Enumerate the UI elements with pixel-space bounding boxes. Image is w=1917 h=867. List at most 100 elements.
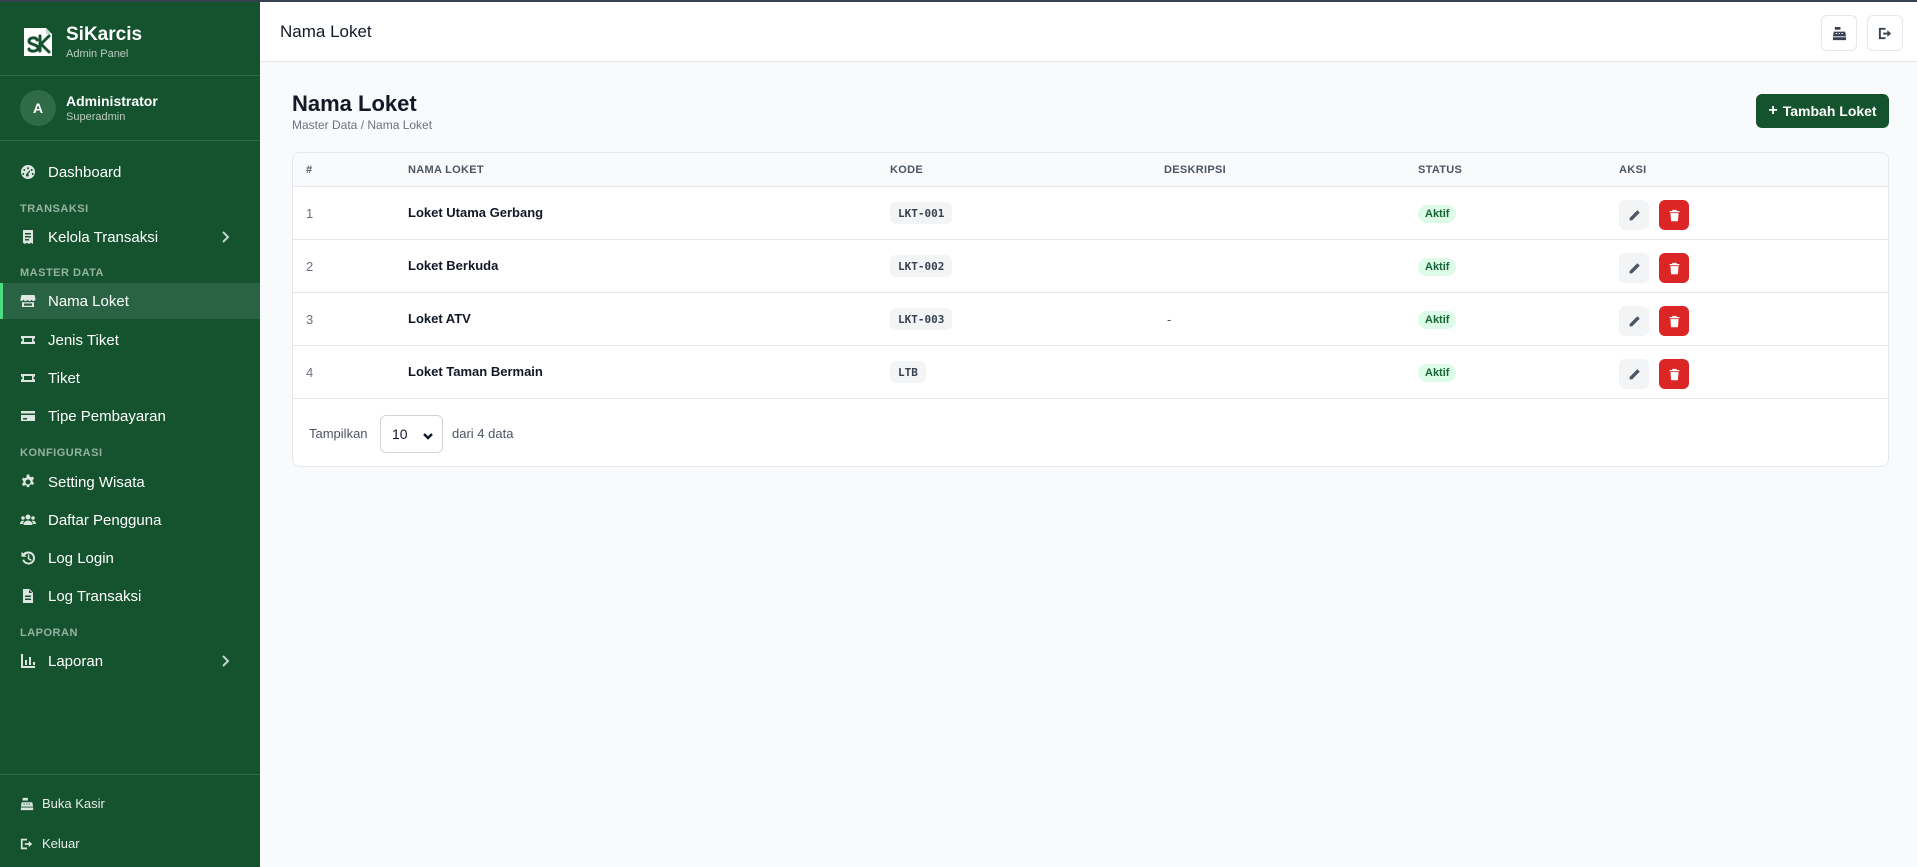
cash-register-icon [20, 797, 34, 811]
sidebar-item-nama-loket[interactable]: Nama Loket [0, 283, 260, 319]
delete-button[interactable] [1659, 359, 1689, 389]
column-header-description: DESKRIPSI [1164, 164, 1226, 176]
avatar: A [20, 90, 56, 126]
plus-icon: + [1768, 102, 1778, 119]
loket-description: - [1167, 312, 1172, 327]
loket-code: LTB [890, 361, 926, 383]
document-icon [20, 588, 36, 604]
loket-table: # NAMA LOKET KODE DESKRIPSI STATUS AKSI … [292, 152, 1889, 467]
history-icon [20, 550, 36, 566]
buka-kasir-link[interactable]: Buka Kasir [20, 796, 105, 811]
add-loket-button[interactable]: + Tambah Loket [1756, 94, 1889, 128]
users-icon [20, 512, 36, 528]
chevron-right-icon [218, 230, 232, 244]
sidebar-item-label: Jenis Tiket [48, 331, 119, 349]
chevron-right-icon [218, 654, 232, 668]
delete-button[interactable] [1659, 253, 1689, 283]
pencil-icon [1628, 368, 1641, 381]
brand-subtitle: Admin Panel [66, 48, 129, 60]
sidebar-item-tipe-pembayaran[interactable]: Tipe Pembayaran [0, 398, 260, 434]
trash-icon [1668, 315, 1681, 328]
sidebar: SiKarcis Admin Panel A Administrator Sup… [0, 0, 260, 867]
chevron-down-icon [422, 429, 434, 441]
table-row: 4 Loket Taman Bermain LTB Aktif [293, 346, 1888, 399]
sidebar-item-label: Laporan [48, 652, 104, 670]
logout-icon [20, 837, 34, 851]
store-icon [20, 293, 36, 309]
open-cashier-button[interactable] [1821, 15, 1857, 51]
sk-logo-icon [20, 24, 56, 60]
record-count-label: dari 4 data [452, 426, 514, 441]
trash-icon [1668, 368, 1681, 381]
sidebar-item-label: Daftar Pengguna [48, 511, 162, 529]
section-label-konfigurasi: KONFIGURASI [20, 447, 103, 459]
loket-name: Loket ATV [408, 311, 471, 326]
loket-code: LKT-002 [890, 255, 953, 277]
loket-name: Loket Taman Bermain [408, 364, 543, 379]
edit-button[interactable] [1619, 359, 1649, 389]
delete-button[interactable] [1659, 200, 1689, 230]
breadcrumb[interactable]: Master Data / Nama Loket [292, 118, 432, 132]
page-size-select[interactable]: 10 [380, 415, 443, 453]
user-profile: A Administrator Superadmin [0, 76, 260, 141]
column-header-number: # [306, 164, 313, 176]
dashboard-icon [20, 164, 36, 180]
pencil-icon [1628, 315, 1641, 328]
section-label-master-data: MASTER DATA [20, 267, 104, 279]
gear-icon [20, 474, 36, 490]
row-number: 4 [306, 365, 314, 380]
sidebar-item-laporan[interactable]: Laporan [0, 643, 260, 679]
sidebar-item-jenis-tiket[interactable]: Jenis Tiket [0, 322, 260, 358]
row-number: 3 [306, 312, 314, 327]
delete-button[interactable] [1659, 306, 1689, 336]
section-label-transaksi: TRANSAKSI [20, 203, 89, 215]
table-row: 3 Loket ATV LKT-003 - Aktif [293, 293, 1888, 346]
chart-icon [20, 653, 36, 669]
table-row: 1 Loket Utama Gerbang LKT-001 Aktif [293, 187, 1888, 240]
column-header-name: NAMA LOKET [408, 164, 484, 176]
sidebar-item-label: Log Login [48, 549, 114, 567]
logout-link[interactable]: Keluar [20, 836, 80, 851]
sidebar-item-label: Nama Loket [48, 292, 129, 310]
loket-code: LKT-003 [890, 308, 953, 330]
sidebar-item-kelola-transaksi[interactable]: Kelola Transaksi [0, 219, 260, 255]
sidebar-item-log-transaksi[interactable]: Log Transaksi [0, 578, 260, 614]
sidebar-item-dashboard[interactable]: Dashboard [0, 154, 260, 190]
logout-icon [1878, 26, 1893, 41]
brand-name: SiKarcis [66, 24, 143, 45]
column-header-code: KODE [890, 164, 923, 176]
brand[interactable]: SiKarcis Admin Panel [0, 2, 260, 76]
sidebar-item-daftar-pengguna[interactable]: Daftar Pengguna [0, 502, 260, 538]
buka-kasir-label: Buka Kasir [42, 796, 105, 811]
status-badge: Aktif [1418, 311, 1457, 329]
sidebar-item-setting-wisata[interactable]: Setting Wisata [0, 464, 260, 500]
credit-card-icon [20, 408, 36, 424]
logout-button[interactable] [1867, 15, 1903, 51]
ticket-icon [20, 370, 36, 386]
top-border [0, 0, 1917, 2]
header-title: Nama Loket [280, 22, 372, 41]
sidebar-item-tiket[interactable]: Tiket [0, 360, 260, 396]
sidebar-item-label: Tiket [48, 369, 80, 387]
edit-button[interactable] [1619, 306, 1649, 336]
status-badge: Aktif [1418, 205, 1457, 223]
section-label-laporan: LAPORAN [20, 627, 78, 639]
logout-label: Keluar [42, 836, 80, 851]
loket-code: LKT-001 [890, 202, 953, 224]
sidebar-item-log-login[interactable]: Log Login [0, 540, 260, 576]
user-role: Superadmin [66, 111, 126, 123]
page-size-value: 10 [392, 426, 408, 442]
user-name: Administrator [66, 93, 158, 109]
edit-button[interactable] [1619, 200, 1649, 230]
edit-button[interactable] [1619, 253, 1649, 283]
table-row: 2 Loket Berkuda LKT-002 Aktif [293, 240, 1888, 293]
pencil-icon [1628, 262, 1641, 275]
ticket-icon [20, 332, 36, 348]
sidebar-item-label: Tipe Pembayaran [48, 407, 166, 425]
page-title: Nama Loket [292, 91, 417, 116]
cash-register-icon [1832, 26, 1847, 41]
row-number: 1 [306, 206, 314, 221]
receipt-icon [20, 229, 36, 245]
pagination-bar: Tampilkan 10 dari 4 data [293, 399, 1888, 466]
sidebar-item-label: Dashboard [48, 163, 122, 181]
